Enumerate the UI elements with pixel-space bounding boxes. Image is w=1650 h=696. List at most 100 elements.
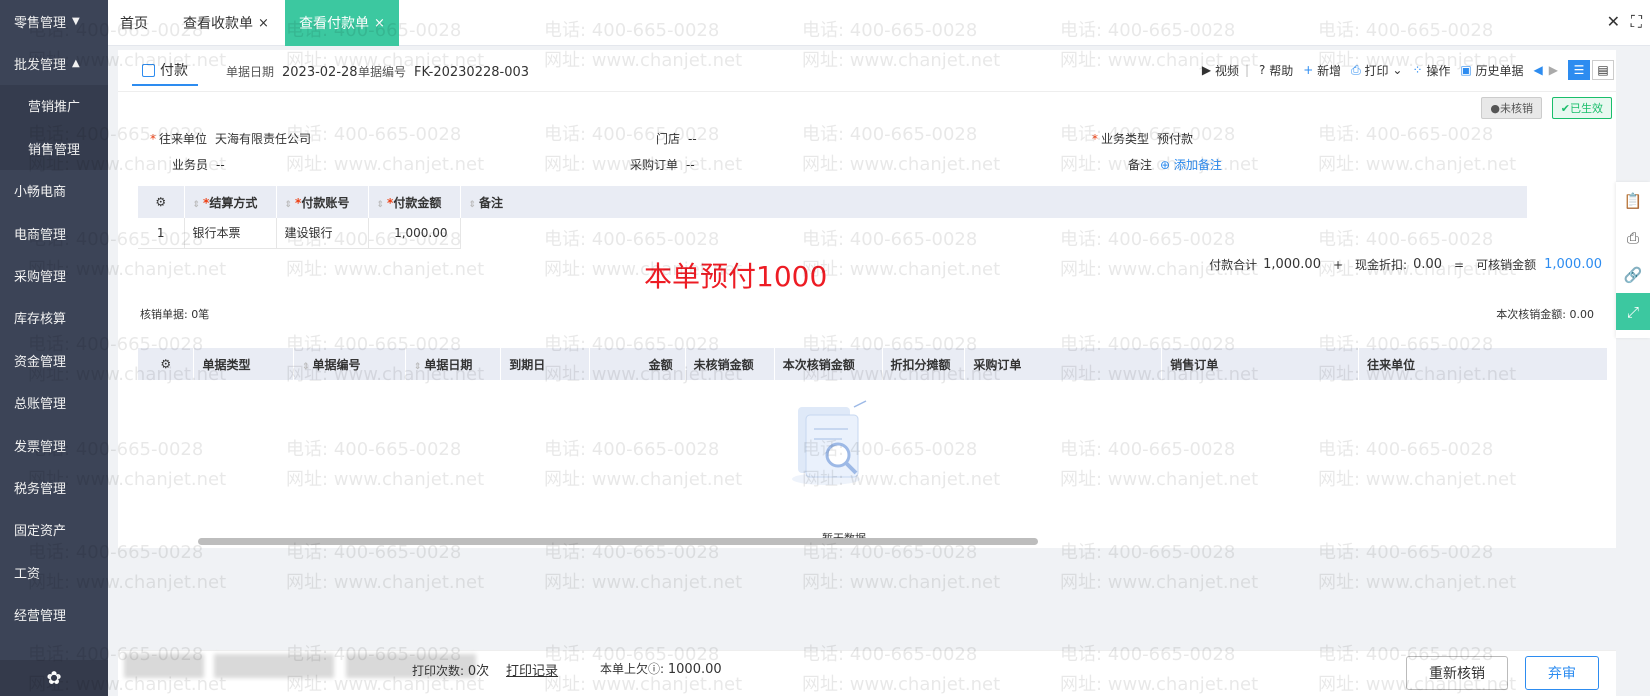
sidebar-item[interactable]: 批发管理 ▲	[0, 42, 108, 84]
sidebar: 零售管理 ▼ 批发管理 ▲ 营销推广销售管理小畅电商电商管理采购管理 库存核算资金管理总账…	[0, 0, 108, 696]
watermark-site: 网址: www.chanjet.net	[1318, 572, 1517, 593]
printer-icon[interactable]: ⎙	[1616, 219, 1650, 256]
sidebar-item[interactable]: 经营管理	[0, 593, 108, 635]
card-layout-icon[interactable]: ▤	[1592, 60, 1614, 80]
verify-table: ⚙ 单据类型 ⇕ 单据编号 ⇕ 单据日期 到期日 金额 未核销金额 本次核销金额 折扣分摊额 采购订…	[138, 348, 1608, 380]
blurred-info	[124, 654, 204, 678]
sidebar-item-label: 工资	[14, 566, 41, 582]
tab-view-receipt[interactable]: 查看收款单 ×	[183, 0, 269, 46]
sidebar-item[interactable]: 采购管理	[0, 254, 108, 296]
column-header[interactable]: ⇕ 单据编号	[293, 348, 406, 380]
sidebar-item-label: 营销推广	[28, 100, 81, 116]
video-button[interactable]: ▶ 视频	[1202, 62, 1239, 79]
print-count: 打印次数: 0次	[412, 664, 490, 679]
sidebar-item[interactable]: 小畅电商	[0, 170, 108, 212]
blurred-info	[214, 654, 334, 678]
col-pay-amount[interactable]: ⇕ *付款金额	[368, 186, 461, 218]
sidebar-item[interactable]: 发票管理	[0, 424, 108, 466]
sidebar-item[interactable]: 销售管理	[0, 127, 108, 170]
remark-field: 备注 ⊕ 添加备注	[1128, 158, 1222, 172]
column-header[interactable]: 单据类型	[193, 348, 294, 380]
add-button[interactable]: + 新增	[1303, 62, 1341, 79]
tab-view-payment[interactable]: 查看付款单 ×	[285, 0, 399, 46]
watermark-site: 网址: www.chanjet.net	[544, 572, 743, 593]
column-header[interactable]: 往来单位	[1358, 348, 1608, 380]
window-maximize-icon[interactable]: ⛶	[1631, 12, 1642, 32]
sidebar-item[interactable]: 零售管理 ▼	[0, 0, 108, 42]
watermark-site: 网址: www.chanjet.net	[286, 572, 485, 593]
sidebar-item-label: 资金管理	[14, 354, 67, 370]
last-owed: 本单上欠ⓘ: 1000.00	[600, 662, 722, 677]
sidebar-item[interactable]: 库存核算	[0, 297, 108, 339]
operations-button[interactable]: ⁘ 操作	[1412, 62, 1450, 79]
column-header[interactable]: 金额	[589, 348, 686, 380]
chevron-icon: ▲	[72, 58, 80, 70]
next-arrow-icon[interactable]: ▶	[1549, 63, 1558, 77]
table-settings-icon[interactable]: ⚙	[138, 348, 195, 380]
sidebar-item[interactable]: 总账管理	[0, 382, 108, 424]
payment-summary: 付款合计 1,000.00 + 现金折扣: 0.00 = 可核销金额 1,000.00	[1209, 257, 1602, 272]
prev-arrow-icon[interactable]: ◀	[1534, 63, 1543, 77]
sidebar-item-label: 经营管理	[14, 609, 67, 625]
sidebar-item-label: 小畅电商	[14, 185, 67, 201]
col-pay-account[interactable]: ⇕ *付款账号	[276, 186, 369, 218]
abandon-review-button[interactable]: 弃审	[1525, 656, 1599, 690]
print-log-link[interactable]: 打印记录	[506, 660, 558, 679]
expand-icon[interactable]: ⤢	[1616, 293, 1650, 330]
column-header[interactable]: ⇕ 单据日期	[405, 348, 502, 380]
watermark-site: 网址: www.chanjet.net	[802, 572, 1001, 593]
column-header[interactable]: 折扣分摊额	[882, 348, 966, 380]
sidebar-item[interactable]: 固定资产	[0, 509, 108, 551]
sidebar-item-label: 电商管理	[14, 227, 67, 243]
sidebar-item-label: 固定资产	[14, 524, 67, 540]
table-settings-icon[interactable]: ⚙	[138, 186, 185, 218]
sidebar-item[interactable]: 税务管理	[0, 466, 108, 508]
column-header[interactable]: 采购订单	[964, 348, 1163, 380]
doc-date: 单据日期 2023-02-28	[226, 65, 358, 80]
sidebar-item-label: 销售管理	[28, 142, 81, 158]
clerk-field: 业务员 --	[172, 158, 225, 172]
column-header[interactable]: 到期日	[500, 348, 591, 380]
verify-this-amount: 本次核销金额: 0.00	[1496, 308, 1594, 321]
history-button[interactable]: ▣ 历史单据	[1460, 62, 1523, 79]
tab-home[interactable]: 首页	[120, 0, 148, 46]
col-settle-method[interactable]: ⇕ *结算方式	[184, 186, 277, 218]
empty-data-illustration	[792, 400, 867, 485]
column-header[interactable]: 本次核销金额	[774, 348, 883, 380]
print-button[interactable]: ⎙ 打印 ⌄	[1351, 62, 1402, 79]
sidebar-item[interactable]: 资金管理	[0, 339, 108, 381]
horizontal-scrollbar[interactable]	[198, 538, 1038, 545]
sidebar-item[interactable]: 电商管理	[0, 212, 108, 254]
close-icon[interactable]: ×	[258, 16, 269, 31]
tab-bar: 首页 查看收款单 × 查看付款单 × ✕ ⛶	[108, 0, 1650, 46]
col-remark[interactable]: ⇕ 备注	[460, 186, 1528, 218]
reverify-button[interactable]: 重新核销	[1406, 656, 1508, 690]
sidebar-item-label: 税务管理	[14, 481, 67, 497]
document-check-icon[interactable]: 📋	[1616, 182, 1650, 219]
table-row[interactable]: 1 银行本票 建设银行 1,000.00	[138, 218, 1528, 249]
biz-type-field: * 业务类型 预付款	[1092, 132, 1194, 146]
doc-type-tab[interactable]: 付款	[132, 56, 198, 86]
document-icon	[142, 63, 155, 77]
payment-table: ⚙ ⇕ *结算方式 ⇕ *付款账号 ⇕ *付款金额 ⇕ 备注 1 银行本票 建设银行 1…	[138, 186, 1528, 249]
window-close-icon[interactable]: ✕	[1607, 12, 1620, 31]
add-remark-link[interactable]: ⊕ 添加备注	[1160, 158, 1222, 172]
sidebar-item-label: 零售管理	[14, 15, 67, 31]
close-icon[interactable]: ×	[374, 16, 385, 31]
help-button[interactable]: ? 帮助	[1259, 62, 1293, 79]
chevron-icon: ▼	[72, 15, 80, 27]
verify-count: 核销单据: 0笔	[140, 308, 210, 321]
attachment-icon[interactable]: 🔗	[1616, 256, 1650, 293]
toolbar-actions: ▶ 视频 | ? 帮助 + 新增 ⎙ 打印 ⌄ ⁘ 操作 ▣ 历史单据 ◀ ▶ …	[1192, 60, 1614, 80]
partner-field: * 往来单位 天海有限责任公司	[150, 132, 312, 146]
sidebar-item-label: 发票管理	[14, 439, 67, 455]
column-header[interactable]: 未核销金额	[685, 348, 775, 380]
document-toolbar: 付款 单据日期 2023-02-28 单据编号 FK-20230228-003 ▶ …	[118, 50, 1616, 92]
status-badge-effective: ✔ 已生效	[1551, 97, 1612, 119]
sidebar-item[interactable]: 营销推广	[0, 84, 108, 128]
sidebar-item[interactable]: 工资	[0, 551, 108, 593]
column-header[interactable]: 销售订单	[1161, 348, 1360, 380]
list-layout-icon[interactable]: ☰	[1568, 60, 1590, 80]
sidebar-item-label: 批发管理	[14, 58, 67, 74]
settings-gear-icon[interactable]: ✿	[0, 660, 108, 696]
